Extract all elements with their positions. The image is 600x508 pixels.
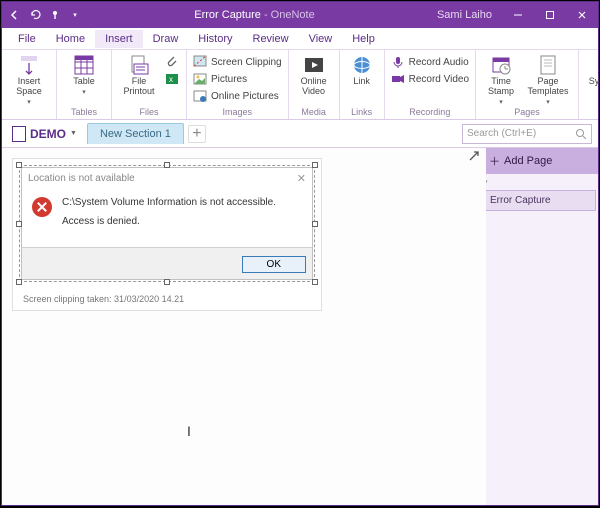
search-input[interactable]: Search (Ctrl+E) [462,124,592,144]
pin-row: ▾ [481,174,598,188]
online-video-button[interactable]: OnlineVideo [295,52,333,97]
insert-space-icon [18,54,40,76]
app-name: OneNote [271,9,315,21]
title-separator: - [261,9,271,21]
dialog-message-line2: Access is denied. [62,216,276,227]
table-icon [73,54,95,76]
page-templates-icon [537,54,559,76]
pages-panel: ＋ Add Page ▾ Error Capture [480,148,598,505]
file-attachment-icon[interactable] [164,54,180,70]
resize-handle[interactable] [16,162,22,168]
search-icon [575,128,587,140]
resize-handle[interactable] [16,221,22,227]
group-recording: Recording [391,107,469,119]
search-placeholder: Search (Ctrl+E) [467,128,536,139]
table-button[interactable]: Table▾ [63,52,105,96]
chevron-down-icon: ▼ [70,130,77,137]
notebook-name: DEMO [30,127,66,141]
tab-view[interactable]: View [299,30,343,48]
link-icon [351,54,373,76]
section-tabstrip: DEMO ▼ New Section 1 + Search (Ctrl+E) [2,120,598,148]
pictures-icon [193,72,207,86]
close-button[interactable] [566,2,598,28]
file-printout-icon [128,54,150,76]
section-tab[interactable]: New Section 1 [87,123,184,144]
window-title: Error Capture - OneNote [82,9,427,21]
add-section-button[interactable]: + [188,125,206,143]
insert-space-button[interactable]: InsertSpace▾ [8,52,50,106]
tab-draw[interactable]: Draw [143,30,189,48]
tab-help[interactable]: Help [342,30,385,48]
dialog-ok-button: OK [242,256,306,273]
group-links: Links [346,107,378,119]
qat-dropdown-icon[interactable]: ▾ [68,8,82,22]
expand-panel-icon[interactable] [468,150,480,162]
spreadsheet-icon[interactable]: x [164,71,180,87]
online-pictures-button[interactable]: Online Pictures [193,88,282,104]
page-templates-button[interactable]: PageTemplates▾ [524,52,572,106]
back-icon[interactable] [8,8,22,22]
online-video-icon [303,54,325,76]
time-stamp-button[interactable]: TimeStamp▾ [482,52,520,106]
resize-handle[interactable] [312,221,318,227]
screen-clipping-icon [193,55,207,69]
symbols-button[interactable]: Ω Symbols▾ [585,52,600,96]
tab-review[interactable]: Review [243,30,299,48]
title-bar: ▾ Error Capture - OneNote Sami Laiho [2,2,598,28]
resize-handle[interactable] [164,279,170,285]
file-printout-button[interactable]: FilePrintout [118,52,160,97]
note-container[interactable]: Location is not available ✕ C:\System Vo… [12,158,322,311]
page-canvas[interactable]: Location is not available ✕ C:\System Vo… [2,148,486,505]
maximize-button[interactable] [534,2,566,28]
group-tables: Tables [63,107,105,119]
user-name[interactable]: Sami Laiho [427,9,502,21]
clip-caption: Screen clipping taken: 31/03/2020 14.21 [13,288,321,304]
notebook-selector[interactable]: DEMO ▼ [6,123,83,145]
dialog-title: Location is not available [28,173,135,184]
inserted-image-selection[interactable]: Location is not available ✕ C:\System Vo… [19,165,315,282]
ribbon: InsertSpace▾ Table▾ Tables FilePrintout [2,50,598,120]
add-page-button[interactable]: ＋ Add Page [481,148,598,174]
pin-icon[interactable] [48,8,62,22]
resize-handle[interactable] [312,279,318,285]
record-video-button[interactable]: Record Video [391,71,469,87]
group-images: Images [193,107,282,119]
time-stamp-icon [490,54,512,76]
notebook-icon [12,126,26,142]
online-pictures-icon [193,89,207,103]
screen-clipping-button[interactable]: Screen Clipping [193,54,282,70]
group-pages: Pages [482,107,572,119]
minimize-button[interactable] [502,2,534,28]
undo-icon[interactable] [28,8,42,22]
text-cursor-icon: I [187,423,191,439]
ribbon-tabs: File Home Insert Draw History Review Vie… [2,28,598,50]
dialog-close-icon: ✕ [297,172,306,185]
plus-icon: ＋ [489,153,500,169]
group-files: Files [118,107,180,119]
tab-insert[interactable]: Insert [95,30,143,48]
dialog-message-line1: C:\System Volume Information is not acce… [62,197,276,208]
error-icon [32,197,52,217]
record-audio-button[interactable]: Record Audio [391,54,469,70]
tab-file[interactable]: File [8,30,46,48]
resize-handle[interactable] [312,162,318,168]
svg-text:x: x [169,75,173,84]
resize-handle[interactable] [16,279,22,285]
resize-handle[interactable] [164,162,170,168]
pictures-button[interactable]: Pictures [193,71,282,87]
link-button[interactable]: Link [346,52,378,87]
group-media: Media [295,107,333,119]
captured-dialog: Location is not available ✕ C:\System Vo… [21,167,313,280]
record-video-icon [391,72,405,86]
tab-home[interactable]: Home [46,30,95,48]
symbols-icon: Ω [595,54,600,76]
record-audio-icon [391,55,405,69]
tab-history[interactable]: History [188,30,242,48]
page-list-item[interactable]: Error Capture [483,190,596,211]
document-name: Error Capture [194,9,261,21]
